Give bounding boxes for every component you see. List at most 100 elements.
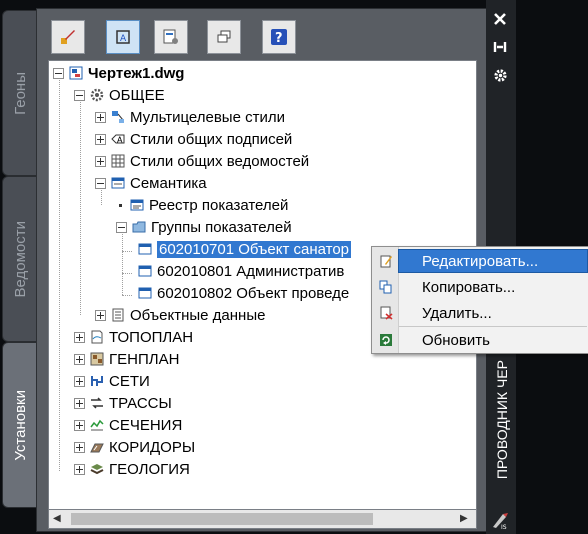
scroll-thumb[interactable] [71, 513, 373, 525]
expand-toggle[interactable] [74, 353, 85, 365]
tab-settings[interactable]: Установки [2, 342, 38, 508]
menu-item-label: Редактировать... [422, 252, 539, 270]
expand-toggle[interactable] [95, 155, 106, 167]
expand-toggle[interactable] [74, 419, 85, 431]
edit-icon [374, 249, 398, 273]
node-label: 602010802 Объект проведе [157, 284, 350, 302]
edit-brush-icon [61, 30, 75, 44]
menu-item-copy[interactable]: Копировать... [372, 274, 588, 300]
tree-node-semantics[interactable]: Семантика [95, 173, 207, 193]
expand-toggle[interactable] [74, 441, 85, 453]
node-label: Семантика [130, 174, 207, 192]
tree-node-corridors[interactable]: КОРИДОРЫ [74, 437, 195, 457]
refresh-icon [374, 328, 398, 352]
tree-item-group-2[interactable]: 602010801 Административ [137, 261, 344, 281]
collapse-toggle[interactable] [53, 67, 64, 79]
tree-node-sections[interactable]: СЕЧЕНИЯ [74, 415, 182, 435]
settings-icon[interactable] [493, 68, 508, 83]
svg-text:A: A [117, 136, 123, 145]
node-label: ГЕНПЛАН [109, 350, 180, 368]
tab-geons[interactable]: Геоны [2, 10, 38, 176]
scroll-left-icon[interactable]: ◀ [53, 513, 61, 524]
palette-title: ПРОВОДНИК ЧЕР [488, 340, 516, 500]
drawing-icon [68, 65, 84, 81]
tree-node-routes[interactable]: ТРАССЫ [74, 393, 172, 413]
tree-root[interactable]: Чертеж1.dwg [53, 63, 184, 83]
tree-node-label-styles[interactable]: A Стили общих подписей [95, 129, 292, 149]
tree-node-object-data[interactable]: Объектные данные [95, 305, 265, 325]
tree-node-general[interactable]: ОБЩЕЕ [74, 85, 165, 105]
semantics-icon [110, 175, 126, 191]
scroll-right-icon[interactable]: ▶ [460, 513, 468, 524]
menu-item-delete[interactable]: Удалить... [372, 300, 588, 326]
node-label: Стили общих подписей [130, 130, 293, 148]
topoplan-icon [89, 329, 105, 345]
copy-icon [374, 275, 398, 299]
windows-button[interactable] [207, 20, 241, 54]
help-icon: ? [271, 29, 287, 46]
menu-item-refresh[interactable]: Обновить [372, 327, 588, 353]
sheet-settings-icon [163, 29, 178, 44]
node-label: Мультицелевые стили [130, 108, 285, 126]
node-label: 602010701 Объект санатор [155, 239, 353, 259]
collapse-toggle[interactable] [95, 177, 106, 189]
table-icon [110, 153, 126, 169]
tree-node-networks[interactable]: СЕТИ [74, 371, 150, 391]
close-icon[interactable] [493, 12, 507, 26]
node-label: КОРИДОРЫ [109, 438, 196, 456]
expand-toggle[interactable] [74, 375, 85, 387]
corridors-icon [89, 439, 105, 455]
tree-node-indicator-groups[interactable]: Группы показателей [116, 217, 292, 237]
tree-node-topoplan[interactable]: ТОПОПЛАН [74, 327, 193, 347]
edit-button[interactable] [51, 20, 85, 54]
pin-icon[interactable] [493, 40, 507, 54]
expand-toggle[interactable] [95, 133, 106, 145]
menu-item-label: Обновить [422, 331, 490, 349]
collapse-toggle[interactable] [74, 89, 85, 101]
svg-text:IS: IS [501, 524, 507, 530]
expand-toggle[interactable] [95, 309, 106, 321]
group-item-icon [137, 263, 153, 279]
group-item-icon [137, 285, 153, 301]
genplan-icon [89, 351, 105, 367]
expand-toggle[interactable] [74, 463, 85, 475]
geology-icon [89, 461, 105, 477]
help-button[interactable]: ? [262, 20, 296, 54]
leaf-bullet [116, 201, 125, 210]
tree-node-genplan[interactable]: ГЕНПЛАН [74, 349, 179, 369]
palette-logo-icon: IS [493, 513, 508, 530]
tree-item-group-3[interactable]: 602010802 Объект проведе [137, 283, 349, 303]
tree-node-table-styles[interactable]: Стили общих ведомостей [95, 151, 309, 171]
node-label: Реестр показателей [149, 196, 289, 214]
sheet-settings-button[interactable] [154, 20, 188, 54]
node-label: ГЕОЛОГИЯ [109, 460, 190, 478]
node-label: Объектные данные [130, 306, 266, 324]
tree-node-geology[interactable]: ГЕОЛОГИЯ [74, 459, 190, 479]
tree-item-group-1[interactable]: 602010701 Объект санатор [137, 239, 353, 259]
svg-text:?: ? [275, 31, 283, 46]
tree-node-multileader-styles[interactable]: Мультицелевые стили [95, 107, 285, 127]
menu-item-label: Копировать... [422, 278, 516, 296]
sections-icon [89, 417, 105, 433]
node-label: ОБЩЕЕ [109, 86, 165, 104]
annotation-button[interactable]: A [106, 20, 140, 54]
tab-vedomosti-label: Ведомости [11, 220, 29, 298]
collapse-toggle[interactable] [116, 221, 127, 233]
delete-icon [374, 301, 398, 325]
expand-toggle[interactable] [95, 111, 106, 123]
networks-icon [89, 373, 105, 389]
tab-vedomosti[interactable]: Ведомости [2, 176, 38, 342]
tab-geons-label: Геоны [11, 71, 29, 115]
root-label: Чертеж1.dwg [88, 64, 185, 82]
expand-toggle[interactable] [74, 331, 85, 343]
node-label: Группы показателей [151, 218, 292, 236]
node-label: СЕТИ [109, 372, 150, 390]
node-label: ТРАССЫ [109, 394, 172, 412]
folder-icon [131, 219, 147, 235]
menu-item-edit[interactable]: Редактировать... [372, 248, 588, 274]
node-label: СЕЧЕНИЯ [109, 416, 183, 434]
horizontal-scrollbar[interactable]: ◀ ▶ [48, 509, 477, 529]
tree-node-indicator-registry[interactable]: Реестр показателей [116, 195, 288, 215]
expand-toggle[interactable] [74, 397, 85, 409]
object-data-icon [110, 307, 126, 323]
